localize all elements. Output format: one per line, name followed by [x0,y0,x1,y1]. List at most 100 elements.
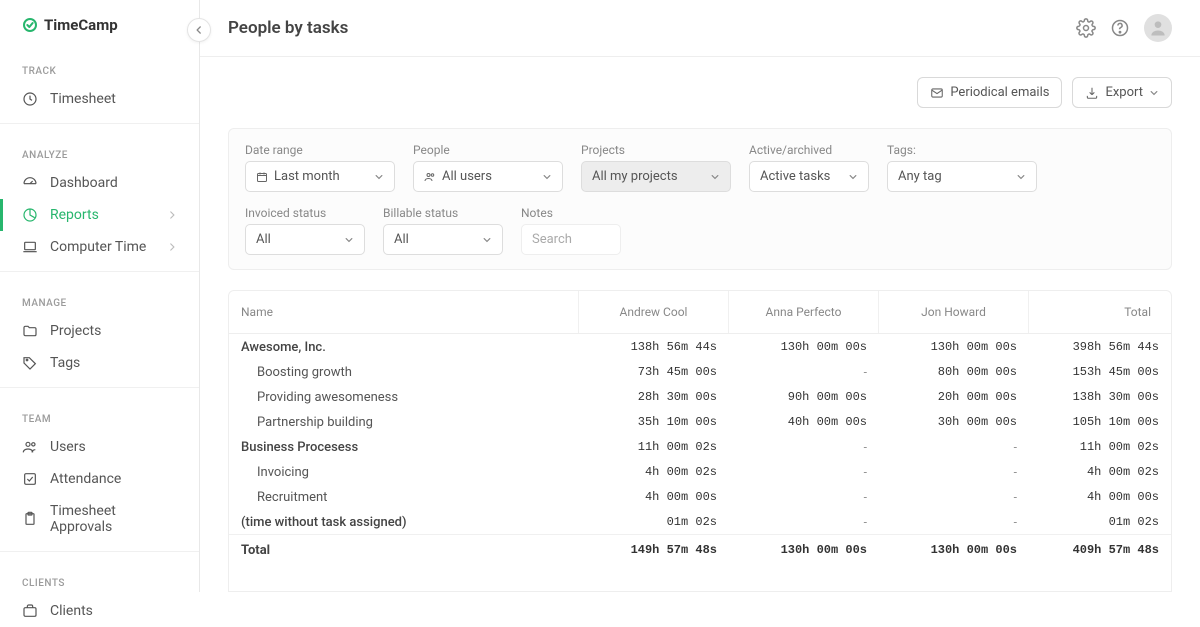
main: People by tasks Periodical emails [200,0,1200,592]
people-select[interactable]: All users [413,161,563,192]
report-table: Name Andrew Cool Anna Perfecto Jon Howar… [228,290,1172,592]
filter-label-date-range: Date range [245,143,395,157]
date-range-select[interactable]: Last month [245,161,395,192]
row-name: Awesome, Inc. [229,334,579,359]
sidebar-item-computer-time[interactable]: Computer Time [0,231,199,263]
users-icon [424,171,436,183]
row-cell: - [879,434,1029,459]
projects-select[interactable]: All my projects [581,161,731,192]
row-cell: 01m 02s [1029,509,1171,534]
row-cell: 130h 00m 00s [879,334,1029,359]
chevron-down-icon [542,172,552,182]
table-row: Invoicing4h 00m 02s--4h 00m 02s [229,459,1171,484]
table-row: (time without task assigned)01m 02s--01m… [229,509,1171,534]
export-button[interactable]: Export [1072,77,1172,108]
row-cell: 01m 02s [579,509,729,534]
sidebar-item-reports[interactable]: Reports [0,199,199,231]
sidebar-item-label: Reports [50,207,99,223]
filter-label-billable: Billable status [383,206,503,220]
row-cell: 40h 00m 00s [729,409,879,434]
sidebar-item-timesheet-approvals[interactable]: Timesheet Approvals [0,495,199,543]
row-name: Total [229,535,579,562]
sidebar-item-label: Timesheet Approvals [50,503,177,535]
chevron-right-icon [167,242,177,252]
sidebar-item-label: Projects [50,323,101,339]
sidebar-item-label: Computer Time [50,239,146,255]
page-title: People by tasks [228,18,348,38]
sidebar-item-timesheet[interactable]: Timesheet [0,83,199,115]
col-user-3: Jon Howard [879,291,1029,333]
logo-text: TimeCamp [44,16,118,34]
row-cell: 409h 57m 48s [1029,535,1171,562]
sidebar-item-clients[interactable]: Clients [0,595,199,627]
filter-label-invoiced: Invoiced status [245,206,365,220]
check-icon [22,471,38,487]
chevron-down-icon [482,235,492,245]
row-cell: - [729,434,879,459]
table-row: Providing awesomeness28h 30m 00s90h 00m … [229,384,1171,409]
col-user-2: Anna Perfecto [729,291,879,333]
section-label: CLIENTS [0,560,199,595]
row-cell: 153h 45m 00s [1029,359,1171,384]
chevron-down-icon [344,235,354,245]
filters-panel: Date range Last month People All users P… [228,128,1172,270]
row-cell: - [729,459,879,484]
table-row: Boosting growth73h 45m 00s-80h 00m 00s15… [229,359,1171,384]
row-cell: 105h 10m 00s [1029,409,1171,434]
folder-icon [22,323,38,339]
calendar-icon [256,171,268,183]
row-cell: 130h 00m 00s [879,535,1029,562]
row-cell: - [879,509,1029,534]
row-cell: 28h 30m 00s [579,384,729,409]
row-name: Providing awesomeness [229,384,579,409]
row-name: (time without task assigned) [229,509,579,534]
gear-icon[interactable] [1076,18,1096,38]
section-label: ANALYZE [0,132,199,167]
help-icon[interactable] [1110,18,1130,38]
sidebar-item-attendance[interactable]: Attendance [0,463,199,495]
tags-select[interactable]: Any tag [887,161,1037,192]
row-cell: 138h 56m 44s [579,334,729,359]
header: People by tasks [200,0,1200,57]
sidebar-item-tags[interactable]: Tags [0,347,199,379]
row-cell: 138h 30m 00s [1029,384,1171,409]
sidebar-item-label: Attendance [50,471,121,487]
notes-search-input[interactable] [521,224,621,255]
invoiced-status-select[interactable]: All [245,224,365,255]
row-cell: 11h 00m 02s [1029,434,1171,459]
row-cell: 4h 00m 02s [579,459,729,484]
chevron-down-icon [374,172,384,182]
row-cell: 4h 00m 00s [579,484,729,509]
sidebar-item-projects[interactable]: Projects [0,315,199,347]
clipboard-icon [22,511,38,527]
active-archived-select[interactable]: Active tasks [749,161,869,192]
row-name: Invoicing [229,459,579,484]
chevron-down-icon [710,172,720,182]
col-name: Name [229,291,579,333]
sidebar-item-label: Dashboard [50,175,118,191]
table-row: Awesome, Inc.138h 56m 44s130h 00m 00s130… [229,334,1171,359]
row-cell: 90h 00m 00s [729,384,879,409]
chevron-left-icon [194,25,204,35]
periodical-emails-button[interactable]: Periodical emails [917,77,1062,108]
section-label: TRACK [0,48,199,83]
filter-label-tags: Tags: [887,143,1037,157]
sidebar-item-users[interactable]: Users [0,431,199,463]
billable-status-select[interactable]: All [383,224,503,255]
row-cell: 149h 57m 48s [579,535,729,562]
logo[interactable]: TimeCamp [22,16,118,34]
col-total: Total [1029,291,1171,333]
col-user-1: Andrew Cool [579,291,729,333]
row-cell: 35h 10m 00s [579,409,729,434]
row-cell: - [879,484,1029,509]
dashboard-icon [22,175,38,191]
table-row: Total149h 57m 48s130h 00m 00s130h 00m 00… [229,534,1171,562]
chevron-right-icon [167,210,177,220]
sidebar-item-dashboard[interactable]: Dashboard [0,167,199,199]
row-cell: 4h 00m 02s [1029,459,1171,484]
collapse-sidebar-button[interactable] [187,18,211,42]
table-row: Business Procesess11h 00m 02s--11h 00m 0… [229,434,1171,459]
avatar[interactable] [1144,14,1172,42]
briefcase-icon [22,603,38,619]
sidebar: TimeCamp TRACKTimesheet ANALYZE Dashboard R… [0,0,200,592]
